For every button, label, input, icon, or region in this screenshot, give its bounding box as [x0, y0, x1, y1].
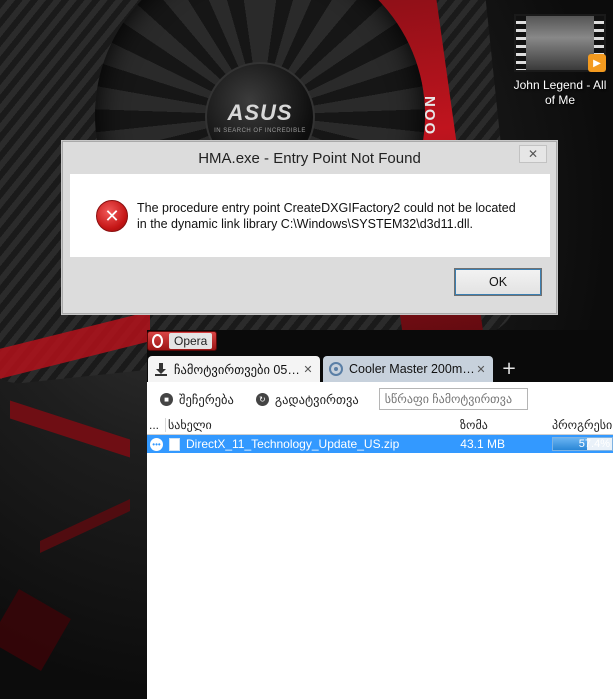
- opera-menu-label: Opera: [169, 333, 213, 349]
- downloads-header: ... სახელი ზომა პროგრესი: [147, 416, 613, 435]
- opera-menu-bar: Opera: [147, 330, 613, 352]
- download-row[interactable]: ••• DirectX_11_Technology_Update_US.zip …: [147, 435, 613, 453]
- refresh-icon: ↻: [255, 392, 269, 406]
- dialog-message: The procedure entry point CreateDXGIFact…: [137, 201, 516, 231]
- wallpaper-text: NOO: [421, 96, 438, 137]
- film-strip: [516, 16, 526, 70]
- quick-download-input[interactable]: [378, 388, 528, 410]
- desktop-icon-label: John Legend - All of Me: [513, 78, 607, 107]
- stop-icon: ■: [160, 392, 173, 406]
- error-icon: ✕: [96, 200, 128, 232]
- progress-text: 57.4%: [578, 438, 610, 450]
- download-filename: DirectX_11_Technology_Update_US.zip: [186, 437, 400, 451]
- stop-button[interactable]: ■ შეჩერება: [160, 392, 234, 407]
- new-tab-button[interactable]: +: [499, 358, 519, 379]
- tab-cooler-master[interactable]: Cooler Master 200mm ... ✕: [323, 356, 493, 382]
- tab-close-icon[interactable]: ✕: [475, 363, 487, 376]
- close-button[interactable]: ✕: [519, 145, 547, 163]
- column-progress[interactable]: პროგრესი: [552, 418, 613, 432]
- column-name[interactable]: სახელი: [165, 418, 440, 432]
- tab-title: ჩამოტვირთვები 05:09: [174, 362, 302, 377]
- downloads-page: ■ შეჩერება ↻ გადატვირთვა ... სახელი ზომა…: [147, 382, 613, 699]
- expand-icon[interactable]: •••: [150, 437, 163, 451]
- asus-tagline: IN SEARCH OF INCREDIBLE: [214, 128, 306, 134]
- dialog-title: HMA.exe - Entry Point Not Found: [198, 149, 421, 167]
- zip-file-icon: [169, 437, 180, 451]
- asus-logo: ASUS: [227, 100, 293, 125]
- resume-button[interactable]: ↻ გადატვირთვა: [255, 392, 359, 407]
- desktop-icon-video[interactable]: ▶ John Legend - All of Me: [507, 14, 613, 114]
- red-shard: [40, 499, 130, 553]
- cm-logo-icon: [329, 362, 343, 376]
- download-size: 43.1 MB: [460, 437, 505, 451]
- video-file-icon: ▶: [514, 14, 606, 72]
- close-icon: ✕: [527, 147, 539, 161]
- error-dialog: HMA.exe - Entry Point Not Found ✕ ✕ The …: [62, 141, 557, 314]
- stop-label: შეჩერება: [179, 392, 234, 407]
- download-icon: [154, 362, 168, 376]
- red-shard: [10, 400, 130, 458]
- downloads-toolbar: ■ შეჩერება ↻ გადატვირთვა: [147, 382, 613, 416]
- red-shard: [0, 589, 71, 671]
- tab-strip: ჩამოტვირთვები 05:09 ✕ Cooler Master 200m…: [147, 352, 613, 382]
- opera-logo-icon: [152, 334, 163, 348]
- tab-downloads[interactable]: ჩამოტვირთვები 05:09 ✕: [148, 356, 320, 382]
- resume-label: გადატვირთვა: [274, 392, 359, 407]
- ok-button[interactable]: OK: [454, 268, 542, 296]
- column-size[interactable]: ზომა: [440, 418, 552, 432]
- opera-menu-button[interactable]: Opera: [147, 331, 217, 351]
- tab-close-icon[interactable]: ✕: [302, 363, 314, 376]
- vlc-badge-icon: ▶: [588, 54, 606, 72]
- tab-title: Cooler Master 200mm ...: [349, 362, 475, 376]
- dialog-body: ✕ The procedure entry point CreateDXGIFa…: [70, 174, 550, 257]
- download-progress-bar: 57.4%: [552, 437, 613, 451]
- dialog-footer: OK: [63, 257, 556, 313]
- column-toggle[interactable]: ...: [147, 418, 165, 432]
